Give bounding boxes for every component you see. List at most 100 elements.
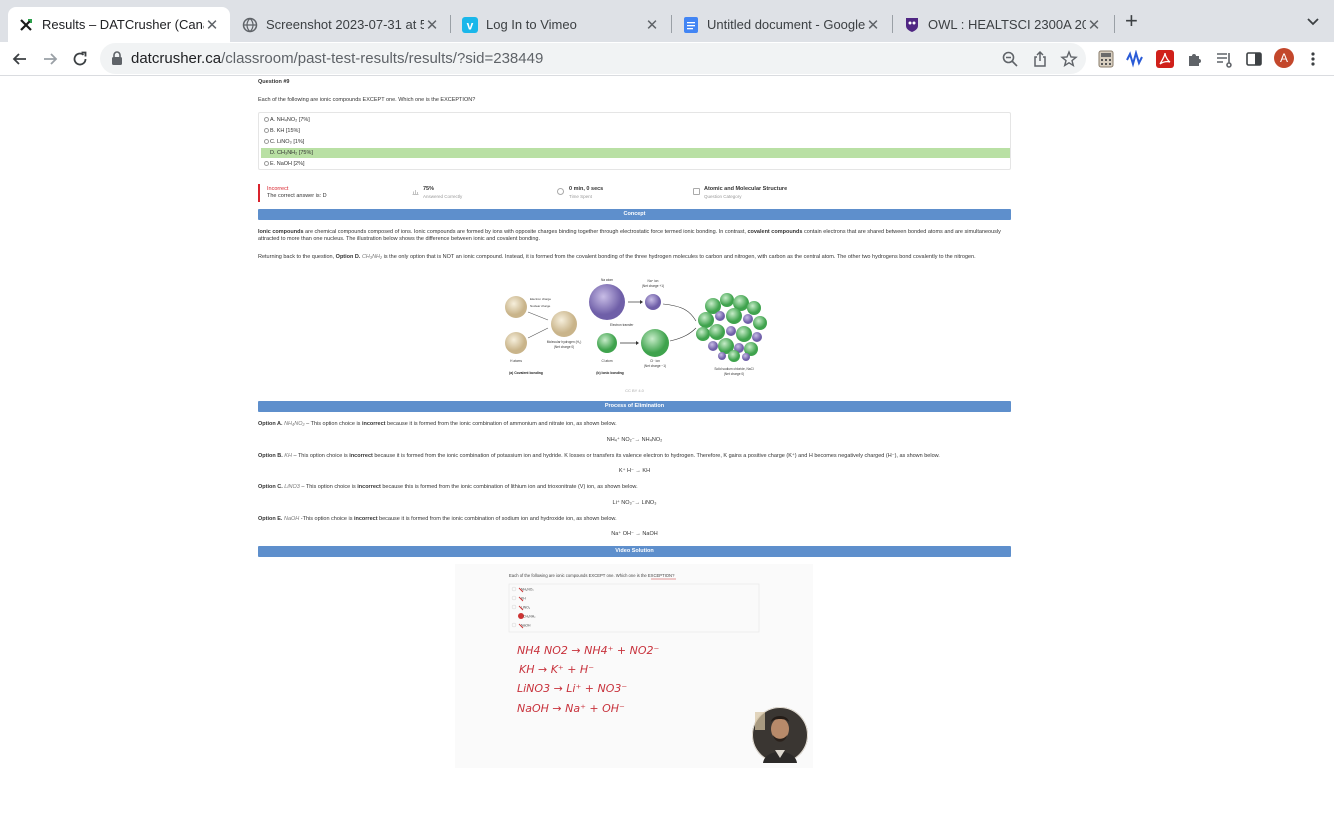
category-label: Question Category <box>704 194 742 199</box>
h-atom <box>505 296 527 318</box>
tab-vimeo[interactable]: v Log In to Vimeo ✕ <box>452 7 670 42</box>
zoom-icon[interactable] <box>1001 50 1019 68</box>
answer-option[interactable]: A. NH₄NO₂ [7%] <box>261 115 1010 125</box>
option-c-explanation: Option C. LiNO3 – This option choice is … <box>258 484 638 490</box>
electron-charge-label: Electron charge <box>530 297 551 301</box>
concept-paragraph: Ionic compounds are chemical compounds c… <box>258 229 1001 242</box>
close-icon[interactable]: ✕ <box>204 16 220 34</box>
datcrusher-icon <box>18 17 34 33</box>
video-option: CH₃NH₂ <box>523 615 536 619</box>
vimeo-icon: v <box>462 16 478 33</box>
option-a-explanation: Option A. NH₄NO₂ – This option choice is… <box>258 421 617 427</box>
result-label: Incorrect <box>267 186 289 192</box>
figure-license: CC BY 4.0 <box>625 388 644 393</box>
tab-datcrusher[interactable]: Results – DATCrusher (Canadia ✕ <box>8 7 230 42</box>
calculator-extension-icon[interactable] <box>1098 50 1116 68</box>
nuclear-charge-label: Nuclear charge <box>530 304 551 308</box>
nacl-charge-label: (Net charge 0) <box>724 372 744 376</box>
answer-explanation: Returning back to the question, Option D… <box>258 254 976 260</box>
clock-icon <box>557 188 564 195</box>
chart-icon <box>412 188 419 195</box>
option-b-equation: K⁺ H⁻ → KH <box>618 468 651 474</box>
na-atom <box>589 284 625 320</box>
handwritten-line: NH4 NO2 → NH4⁺ + NO2⁻ <box>517 644 659 657</box>
close-icon[interactable]: ✕ <box>644 16 660 34</box>
url-domain: datcrusher.ca <box>131 50 222 67</box>
answer-option[interactable]: E. NaOH [2%] <box>261 159 1010 169</box>
radio-icon[interactable] <box>264 117 269 122</box>
video-solution-header: Video Solution <box>258 546 1011 557</box>
cl-atom <box>597 333 617 353</box>
video-question-text: Each of the following are ionic compound… <box>509 573 675 578</box>
tab-strip: Results – DATCrusher (Canadia ✕ Screensh… <box>0 0 1334 42</box>
owl-icon <box>904 17 920 33</box>
url-path: /classroom/past-test-results/results/?si… <box>221 50 544 67</box>
incorrect-indicator <box>258 184 260 202</box>
handwritten-line: KH → K⁺ + H⁻ <box>519 663 594 676</box>
radio-icon[interactable] <box>264 161 269 166</box>
close-icon[interactable]: ✕ <box>1086 16 1102 34</box>
tab-title: OWL : HEALTSCI 2300A 200 S <box>928 17 1086 32</box>
option-a-equation: NH₄⁺ NO₂⁻→ NH₄NO₂ <box>606 437 663 443</box>
bonding-illustration: Electron charge Nuclear charge H atoms M… <box>498 276 778 388</box>
elimination-header: Process of Elimination <box>258 401 1011 412</box>
correct-answer-text: The correct answer is: D <box>267 193 327 199</box>
electron-transfer-label: Electron transfer <box>610 323 634 327</box>
question-text: Each of the following are ionic compound… <box>258 97 476 103</box>
molecular-h-charge-label: (Net charge 0) <box>554 345 574 349</box>
folder-icon <box>693 188 700 195</box>
radio-icon[interactable] <box>264 128 269 133</box>
answer-option[interactable]: C. LiNO₃ [1%] <box>261 137 1010 147</box>
forward-button[interactable] <box>41 50 59 68</box>
pdf-extension-icon[interactable] <box>1156 50 1174 68</box>
new-tab-button[interactable]: + <box>1125 10 1138 32</box>
covalent-caption: (a) Covalent bonding <box>509 371 543 375</box>
svg-text:v: v <box>467 18 474 32</box>
reading-list-icon[interactable] <box>1215 50 1233 68</box>
cl-ion-charge-label: (Net charge −1) <box>644 364 666 368</box>
h-atom <box>505 332 527 354</box>
close-icon[interactable]: ✕ <box>424 16 440 34</box>
share-icon[interactable] <box>1031 50 1049 68</box>
option-e-equation: Na⁺ OH⁻ → NaOH <box>611 531 658 537</box>
avatar[interactable]: A <box>1274 48 1294 68</box>
google-docs-icon <box>683 16 699 33</box>
handwritten-line: NaOH → Na⁺ + OH⁻ <box>517 702 625 715</box>
time-spent: 0 min, 0 secs <box>569 186 604 192</box>
chevron-down-icon[interactable] <box>1305 13 1321 29</box>
lock-icon[interactable] <box>111 51 123 65</box>
option-b-explanation: Option B. KH – This option choice is inc… <box>258 453 940 459</box>
kebab-menu-icon[interactable] <box>1305 50 1321 68</box>
back-button[interactable] <box>11 50 29 68</box>
tab-google-docs[interactable]: Untitled document - Google Do ✕ <box>673 7 891 42</box>
close-icon[interactable]: ✕ <box>865 16 881 34</box>
answer-option[interactable]: B. KH [15%] <box>261 126 1010 136</box>
bookmark-star-icon[interactable] <box>1060 50 1078 68</box>
nacl-lattice <box>696 293 767 362</box>
url-text[interactable]: datcrusher.ca/classroom/past-test-result… <box>131 50 543 67</box>
tab-owl[interactable]: OWL : HEALTSCI 2300A 200 S ✕ <box>894 7 1112 42</box>
na-atom-label: Na atom <box>601 278 613 282</box>
presenter-avatar <box>752 707 808 763</box>
cl-ion <box>641 329 669 357</box>
tab-title: Log In to Vimeo <box>486 17 577 32</box>
h-atoms-label: H atoms <box>510 359 522 363</box>
extensions-puzzle-icon[interactable] <box>1186 50 1204 68</box>
na-ion-label: Na⁺ ion <box>648 279 659 283</box>
radio-icon[interactable] <box>264 139 269 144</box>
h2-molecule <box>551 311 577 337</box>
cl-atom-label: Cl atom <box>602 359 613 363</box>
video-player[interactable]: Each of the following are ionic compound… <box>455 564 813 768</box>
waveform-extension-icon[interactable] <box>1126 49 1144 68</box>
side-panel-icon[interactable] <box>1245 50 1263 68</box>
question-category: Atomic and Molecular Structure <box>704 186 788 192</box>
reload-button[interactable] <box>71 50 89 68</box>
tab-screenshot[interactable]: Screenshot 2023-07-31 at 5.0 ✕ <box>232 7 450 42</box>
concept-header: Concept <box>258 209 1011 220</box>
nacl-label: Solid sodium chloride, NaCl <box>714 367 753 371</box>
result-status-bar: Incorrect The correct answer is: D 75% A… <box>258 184 1011 202</box>
na-ion <box>645 294 661 310</box>
globe-icon <box>242 17 258 33</box>
answer-option-correct[interactable]: D. CH₃NH₂ [75%] <box>261 148 1010 158</box>
answer-list: A. NH₄NO₂ [7%] B. KH [15%] C. LiNO₃ [1%]… <box>258 112 1011 170</box>
